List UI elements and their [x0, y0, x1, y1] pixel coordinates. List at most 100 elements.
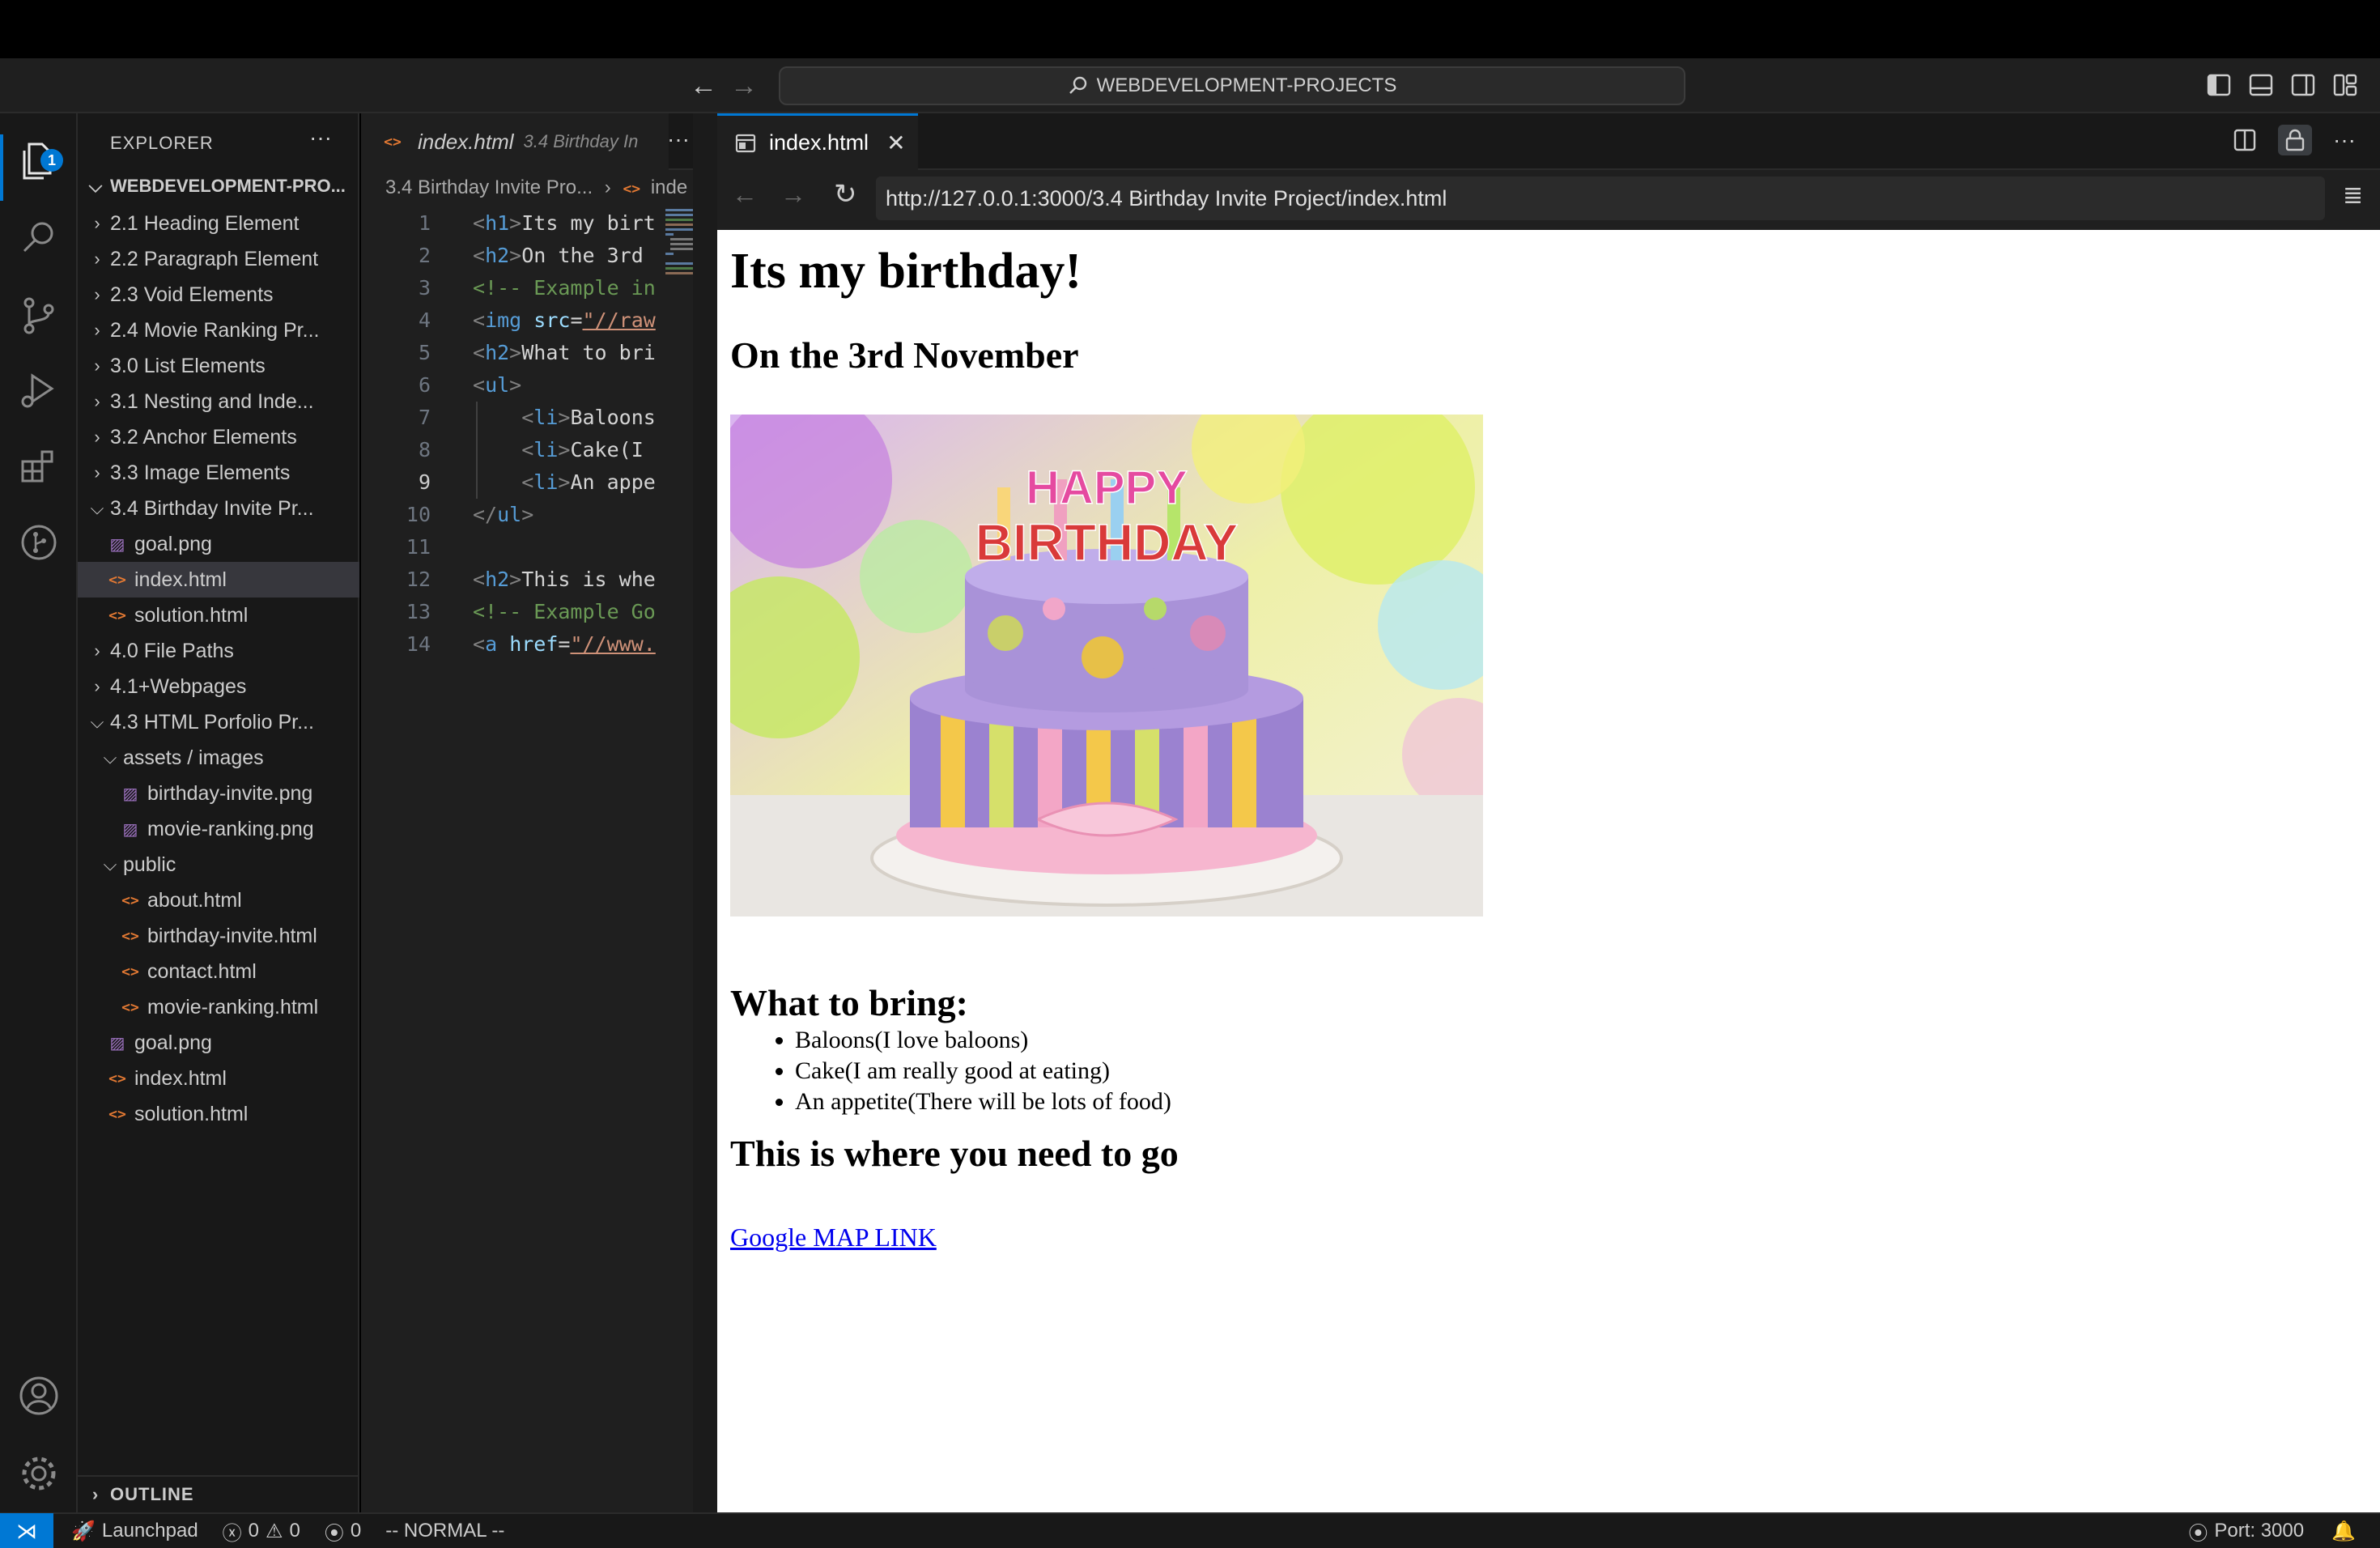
tree-folder[interactable]: ⌵ public: [78, 847, 359, 882]
tree-file[interactable]: <> birthday-invite.html: [78, 918, 359, 954]
git-graph-icon[interactable]: [15, 518, 63, 567]
code-line[interactable]: 7 <li>Baloons: [361, 402, 717, 434]
close-icon[interactable]: ✕: [886, 130, 905, 156]
preview-tab-label: index.html: [769, 130, 869, 155]
line-number: 14: [406, 632, 431, 656]
chevron-right-icon: ›: [94, 249, 100, 269]
tree-file[interactable]: ▨ birthday-invite.png: [78, 776, 359, 811]
menu-lines-icon[interactable]: ≣: [2343, 181, 2363, 210]
tree-folder[interactable]: › 3.0 List Elements: [78, 348, 359, 384]
code-line[interactable]: 2 <h2>On the 3rd: [361, 240, 717, 272]
tree-folder[interactable]: ⌵ 4.3 HTML Porfolio Pr...: [78, 704, 359, 740]
toggle-panel-icon[interactable]: [2249, 73, 2273, 97]
tree-folder[interactable]: ⌵ assets / images: [78, 740, 359, 776]
code-line[interactable]: 4 <img src="//raw: [361, 304, 717, 337]
workspace-root-folder[interactable]: ⌵ WEBDEVELOPMENT-PRO...: [78, 170, 359, 202]
tree-file[interactable]: <> solution.html: [78, 598, 359, 633]
tree-file[interactable]: ▨ goal.png: [78, 1025, 359, 1061]
code-line[interactable]: 14 <a href="//www.: [361, 628, 717, 661]
list-item: Baloons(I love baloons): [795, 1025, 1171, 1056]
breadcrumb-folder[interactable]: 3.4 Birthday Invite Pro...: [385, 176, 593, 198]
url-input[interactable]: http://127.0.0.1:3000/3.4 Birthday Invit…: [876, 176, 2325, 220]
chevron-right-icon: ›: [94, 427, 100, 447]
code-line[interactable]: 6 <ul>: [361, 369, 717, 402]
chevron-right-icon: ›: [94, 284, 100, 304]
image-file-icon: ▨: [109, 1034, 125, 1053]
tab-index-html[interactable]: <> index.html 3.4 Birthday In: [361, 113, 669, 170]
forward-arrow-icon[interactable]: →: [730, 71, 758, 100]
code-line[interactable]: 5 <h2>What to bri: [361, 337, 717, 369]
extensions-icon[interactable]: [15, 440, 63, 489]
customize-layout-icon[interactable]: [2333, 73, 2357, 97]
command-center-search[interactable]: WEBDEVELOPMENT-PROJECTS: [779, 66, 1685, 105]
tree-folder[interactable]: › 3.3 Image Elements: [78, 455, 359, 491]
tree-folder[interactable]: › 4.0 File Paths: [78, 633, 359, 669]
search-icon[interactable]: [15, 214, 63, 262]
tree-folder[interactable]: › 2.4 Movie Ranking Pr...: [78, 313, 359, 348]
code-line[interactable]: 10 </ul>: [361, 499, 717, 531]
problems-item[interactable]: ⓧ 0 ⚠ 0: [223, 1517, 300, 1546]
tree-file[interactable]: ▨ goal.png: [78, 526, 359, 562]
preview-more-icon[interactable]: ···: [2333, 127, 2356, 153]
remote-indicator-icon[interactable]: ⋊: [0, 1513, 53, 1548]
workspace-name: WEBDEVELOPMENT-PROJECTS: [1096, 74, 1397, 96]
line-number: 7: [418, 406, 431, 429]
run-and-debug-icon[interactable]: [15, 366, 63, 415]
code-line[interactable]: 1 <h1>Its my birt: [361, 207, 717, 240]
line-number: 13: [406, 600, 431, 623]
tree-item-label: public: [123, 853, 176, 876]
ports-item[interactable]: ⦿ 0: [325, 1517, 361, 1546]
line-number: 4: [418, 308, 431, 332]
code-line[interactable]: 9 <li>An appe: [361, 466, 717, 499]
forward-arrow-icon[interactable]: →: [780, 180, 806, 210]
tree-folder[interactable]: › 4.1+Webpages: [78, 669, 359, 704]
editor-more-icon[interactable]: ···: [667, 126, 690, 152]
tree-item-label: 3.4 Birthday Invite Pr...: [110, 496, 314, 520]
html-file-icon: <>: [108, 571, 126, 589]
google-map-link[interactable]: Google MAP LINK: [730, 1223, 937, 1252]
source-control-icon[interactable]: [15, 291, 63, 340]
gear-icon[interactable]: [15, 1449, 63, 1498]
code-line[interactable]: 13 <!-- Example Go: [361, 596, 717, 628]
tree-folder[interactable]: › 3.1 Nesting and Inde...: [78, 384, 359, 419]
editor-group-divider[interactable]: [693, 113, 717, 1512]
tab-preview-index-html[interactable]: index.html ✕: [717, 113, 918, 170]
lock-group-button[interactable]: [2278, 125, 2313, 155]
tree-file[interactable]: <> index.html: [78, 1061, 359, 1096]
workspace-root-label: WEBDEVELOPMENT-PRO...: [110, 176, 346, 196]
launchpad-item[interactable]: 🚀 Launchpad: [71, 1520, 198, 1543]
back-arrow-icon[interactable]: ←: [732, 180, 758, 210]
tree-folder[interactable]: › 3.2 Anchor Elements: [78, 419, 359, 455]
code-line[interactable]: 8 <li>Cake(I: [361, 434, 717, 466]
tree-item-label: solution.html: [134, 1102, 249, 1125]
breadcrumb-file[interactable]: inde: [651, 176, 687, 198]
tree-item-label: about.html: [147, 888, 242, 912]
tree-folder[interactable]: › 2.1 Heading Element: [78, 206, 359, 241]
tree-item-label: birthday-invite.png: [147, 781, 313, 805]
preview-tab-bar: index.html ✕ ···: [717, 113, 2380, 170]
tree-file[interactable]: ▨ movie-ranking.png: [78, 811, 359, 847]
bell-icon[interactable]: 🔔: [2331, 1520, 2356, 1543]
tree-folder[interactable]: ⌵ 3.4 Birthday Invite Pr...: [78, 491, 359, 526]
toggle-primary-sidebar-icon[interactable]: [2207, 73, 2231, 97]
chevron-right-icon: ›: [91, 1484, 100, 1504]
code-line[interactable]: 12 <h2>This is whe: [361, 563, 717, 596]
tree-folder[interactable]: › 2.2 Paragraph Element: [78, 241, 359, 277]
reload-icon[interactable]: ↻: [834, 178, 857, 211]
tree-file[interactable]: <> movie-ranking.html: [78, 989, 359, 1025]
explorer-more-icon[interactable]: ···: [309, 125, 332, 151]
tree-file[interactable]: <> about.html: [78, 882, 359, 918]
live-server-port[interactable]: ⦿ Port: 3000: [2188, 1517, 2304, 1546]
code-line[interactable]: 3 <!-- Example in: [361, 272, 717, 304]
code-line[interactable]: 11: [361, 531, 717, 563]
accounts-icon[interactable]: [15, 1372, 63, 1420]
back-arrow-icon[interactable]: ←: [690, 71, 717, 100]
toggle-secondary-sidebar-icon[interactable]: [2291, 73, 2315, 97]
tree-file[interactable]: <> index.html: [78, 562, 359, 598]
tree-folder[interactable]: › 2.3 Void Elements: [78, 277, 359, 313]
tree-file[interactable]: <> contact.html: [78, 954, 359, 989]
split-editor-icon[interactable]: [2233, 128, 2257, 152]
outline-section[interactable]: › OUTLINE: [78, 1475, 359, 1512]
title-bar: ← → WEBDEVELOPMENT-PROJECTS: [0, 58, 2380, 113]
tree-file[interactable]: <> solution.html: [78, 1096, 359, 1132]
